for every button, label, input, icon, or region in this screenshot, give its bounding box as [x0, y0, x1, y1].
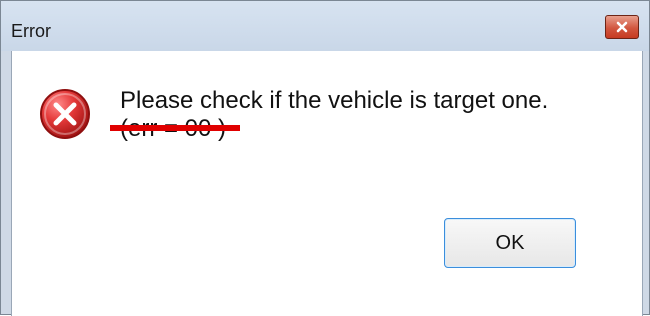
ok-button[interactable]: OK	[444, 218, 576, 268]
title-bar: Error	[1, 1, 649, 51]
error-message: Please check if the vehicle is target on…	[120, 87, 549, 114]
close-button[interactable]	[605, 15, 639, 39]
error-dialog: Error Please check if the vehicle is tar…	[0, 0, 650, 316]
error-code-area: (err = 00 )	[110, 115, 240, 142]
error-icon	[40, 89, 90, 139]
dialog-content: Please check if the vehicle is target on…	[11, 51, 643, 316]
close-icon	[616, 21, 628, 33]
dialog-title: Error	[11, 21, 51, 41]
redaction-strike	[110, 125, 240, 131]
